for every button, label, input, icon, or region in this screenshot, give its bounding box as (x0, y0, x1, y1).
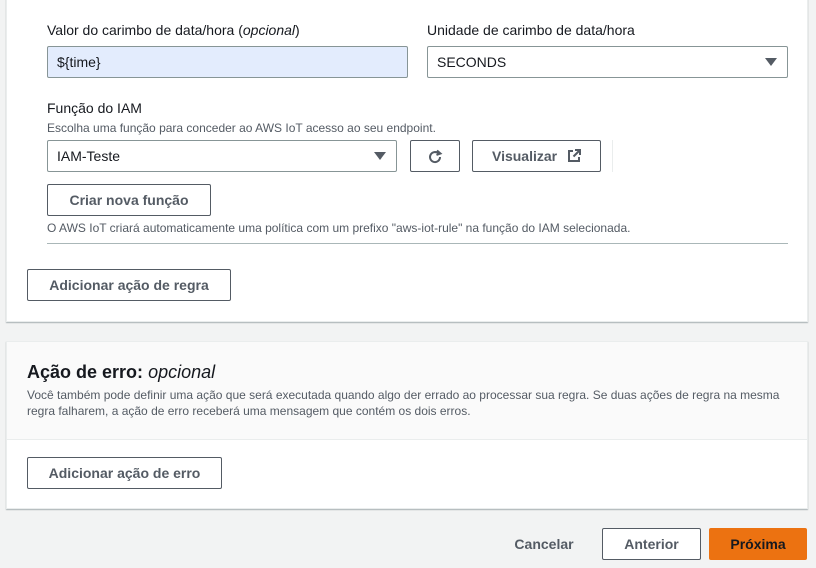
optional-tag: opcional (148, 362, 216, 382)
timestamp-value-input[interactable]: ${time} (47, 46, 408, 78)
add-rule-action-button[interactable]: Adicionar ação de regra (27, 269, 231, 301)
cancel-button[interactable]: Cancelar (498, 528, 590, 560)
next-button[interactable]: Próxima (709, 528, 807, 560)
previous-button[interactable]: Anterior (602, 528, 701, 560)
refresh-icon (429, 150, 443, 164)
caret-down-icon (765, 58, 777, 66)
refresh-roles-button[interactable] (410, 140, 460, 172)
iam-role-description: Escolha uma função para conceder ao AWS … (47, 121, 436, 135)
timestamp-value-label-text: Valor do carimbo de data/hora (47, 22, 235, 38)
error-action-panel: Ação de erro: opcional Você também pode … (6, 341, 808, 509)
section-divider (47, 243, 788, 244)
view-role-button[interactable]: Visualizar (472, 140, 601, 172)
optional-tag: opcional (242, 22, 296, 38)
timestamp-unit-select[interactable]: SECONDS (427, 46, 788, 78)
iam-role-select[interactable]: IAM-Teste (47, 140, 397, 172)
rule-action-panel: Valor do carimbo de data/hora (opcional)… (6, 0, 808, 322)
error-action-title-text: Ação de erro: (27, 362, 144, 382)
iam-role-label: Função do IAM (47, 100, 142, 116)
add-error-action-button[interactable]: Adicionar ação de erro (27, 457, 222, 489)
iam-role-value: IAM-Teste (57, 148, 121, 164)
create-role-button[interactable]: Criar nova função (47, 184, 211, 216)
button-separator (612, 140, 613, 172)
error-action-description-line1: Você também pode definir uma ação que se… (27, 388, 780, 402)
error-action-header: Ação de erro: opcional Você também pode … (7, 342, 807, 440)
timestamp-unit-label: Unidade de carimbo de data/hora (427, 22, 635, 38)
view-role-button-label: Visualizar (491, 148, 558, 164)
timestamp-value-label: Valor do carimbo de data/hora (opcional) (47, 22, 300, 38)
error-action-title: Ação de erro: opcional (27, 362, 215, 383)
error-action-description-line2: regra falharem, a ação de erro receberá … (27, 404, 471, 418)
iam-policy-note: O AWS IoT criará automaticamente uma pol… (47, 221, 631, 235)
caret-down-icon (374, 152, 386, 160)
external-link-icon (568, 148, 581, 162)
timestamp-unit-value: SECONDS (437, 54, 507, 70)
